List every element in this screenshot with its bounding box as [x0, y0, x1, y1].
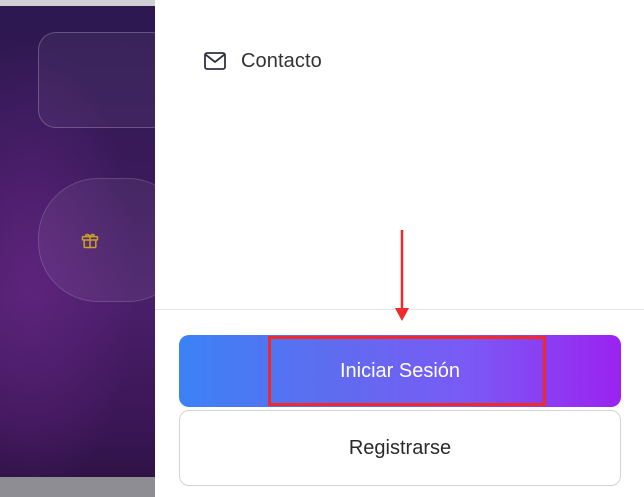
nav-item-contacto[interactable]: Contacto [203, 47, 322, 75]
screen: Contacto Iniciar Sesión Registrarse [0, 0, 644, 497]
nav-item-label: Contacto [241, 49, 322, 72]
background-overlay[interactable] [0, 0, 188, 497]
background-top-strip [0, 0, 155, 6]
drawer-divider [155, 309, 644, 310]
login-button[interactable]: Iniciar Sesión [179, 335, 621, 407]
background-bottom-strip [0, 477, 155, 497]
register-button[interactable]: Registrarse [179, 410, 621, 486]
gift-icon [81, 233, 99, 249]
side-drawer: Contacto Iniciar Sesión Registrarse [155, 0, 644, 497]
mail-icon [204, 52, 226, 70]
